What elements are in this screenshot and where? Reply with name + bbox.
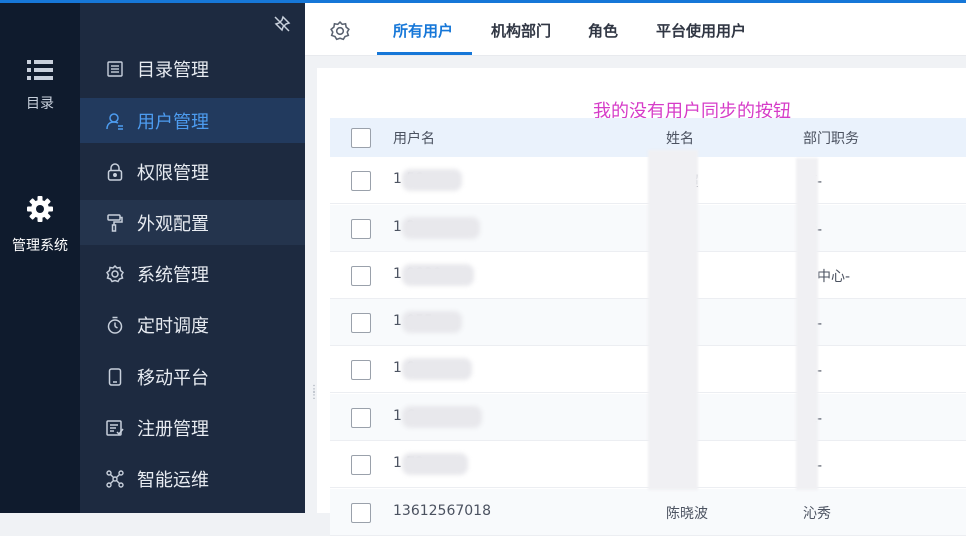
redaction-blur xyxy=(402,311,462,333)
gear-icon xyxy=(0,195,80,227)
drag-handle-icon[interactable]: ⋮ ⋮ xyxy=(309,385,319,405)
column-header-username: 用户名 xyxy=(393,131,435,147)
redaction-blur xyxy=(402,453,468,475)
column-header-department: 部门职务 xyxy=(803,131,859,147)
user-icon xyxy=(106,112,124,130)
menu-item-label: 外观配置 xyxy=(137,213,209,235)
row-checkbox[interactable] xyxy=(351,455,371,475)
mobile-icon xyxy=(106,367,124,386)
menu-item-label: 智能运维 xyxy=(137,469,209,491)
list-icon xyxy=(0,59,80,85)
tab-platform-users[interactable]: 平台使用用户 xyxy=(656,20,746,41)
gear-icon xyxy=(106,264,124,283)
panel-splitter[interactable]: ⋮ ⋮ xyxy=(305,3,319,513)
cell-username: 13612567018 xyxy=(393,503,491,519)
top-accent-line xyxy=(0,0,966,3)
menu-item-intelligent-ops[interactable]: 智能运维 xyxy=(80,456,305,501)
menu-item-permission-management[interactable]: 权限管理 xyxy=(80,149,305,194)
menu-item-label: 用户管理 xyxy=(137,111,209,133)
rail-item-catalog[interactable]: 目录 xyxy=(0,59,80,113)
tab-departments[interactable]: 机构部门 xyxy=(491,20,551,41)
column-header-name: 姓名 xyxy=(666,131,694,147)
redaction-blur xyxy=(796,158,818,490)
row-checkbox[interactable] xyxy=(351,219,371,239)
menu-item-system-management[interactable]: 系统管理 xyxy=(80,251,305,296)
lock-icon xyxy=(106,162,124,181)
menu-item-label: 移动平台 xyxy=(137,367,209,389)
row-checkbox[interactable] xyxy=(351,503,371,523)
menu-item-appearance-config[interactable]: 外观配置 xyxy=(80,200,305,245)
gear-icon[interactable] xyxy=(330,21,350,41)
unpin-icon[interactable] xyxy=(273,15,291,33)
catalog-icon xyxy=(106,60,124,78)
cell-name: 陈晓波 xyxy=(666,506,708,522)
tab-all-users[interactable]: 所有用户 xyxy=(393,20,453,41)
cell-department: 沁秀 xyxy=(803,506,831,522)
row-checkbox[interactable] xyxy=(351,408,371,428)
redaction-blur xyxy=(402,406,482,428)
row-checkbox[interactable] xyxy=(351,266,371,286)
timer-icon xyxy=(106,316,124,334)
paint-roller-icon xyxy=(106,213,124,232)
menu-item-label: 权限管理 xyxy=(137,162,209,184)
redaction-blur xyxy=(402,217,480,239)
side-menu: 目录管理 用户管理 权限管理 外观配置 系统管理 定时调度 移动平台 注册管理 … xyxy=(80,3,305,513)
select-all-checkbox[interactable] xyxy=(351,128,371,148)
redaction-blur xyxy=(648,150,698,490)
tab-roles[interactable]: 角色 xyxy=(588,20,618,41)
menu-item-user-management[interactable]: 用户管理 xyxy=(80,98,305,143)
rail-item-label: 管理系统 xyxy=(12,238,68,254)
row-checkbox[interactable] xyxy=(351,171,371,191)
register-icon xyxy=(106,419,124,437)
app-rail: 目录 管理系统 xyxy=(0,3,80,513)
menu-item-scheduled-tasks[interactable]: 定时调度 xyxy=(80,302,305,347)
redaction-blur xyxy=(402,264,474,286)
menu-item-catalog-management[interactable]: 目录管理 xyxy=(80,46,305,91)
rail-item-management-system[interactable]: 管理系统 xyxy=(0,195,80,255)
rail-item-label: 目录 xyxy=(26,96,54,112)
menu-item-label: 注册管理 xyxy=(137,418,209,440)
menu-item-label: 目录管理 xyxy=(137,59,209,81)
menu-item-label: 定时调度 xyxy=(137,315,209,337)
row-checkbox[interactable] xyxy=(351,313,371,333)
menu-item-registration-management[interactable]: 注册管理 xyxy=(80,405,305,450)
menu-item-label: 系统管理 xyxy=(137,264,209,286)
redaction-blur xyxy=(402,169,462,191)
tab-bar: 所有用户 机构部门 角色 平台使用用户 xyxy=(305,3,966,56)
row-checkbox[interactable] xyxy=(351,360,371,380)
redaction-blur xyxy=(402,358,472,380)
network-icon xyxy=(106,469,124,488)
menu-item-mobile-platform[interactable]: 移动平台 xyxy=(80,354,305,399)
active-tab-indicator xyxy=(377,52,472,55)
